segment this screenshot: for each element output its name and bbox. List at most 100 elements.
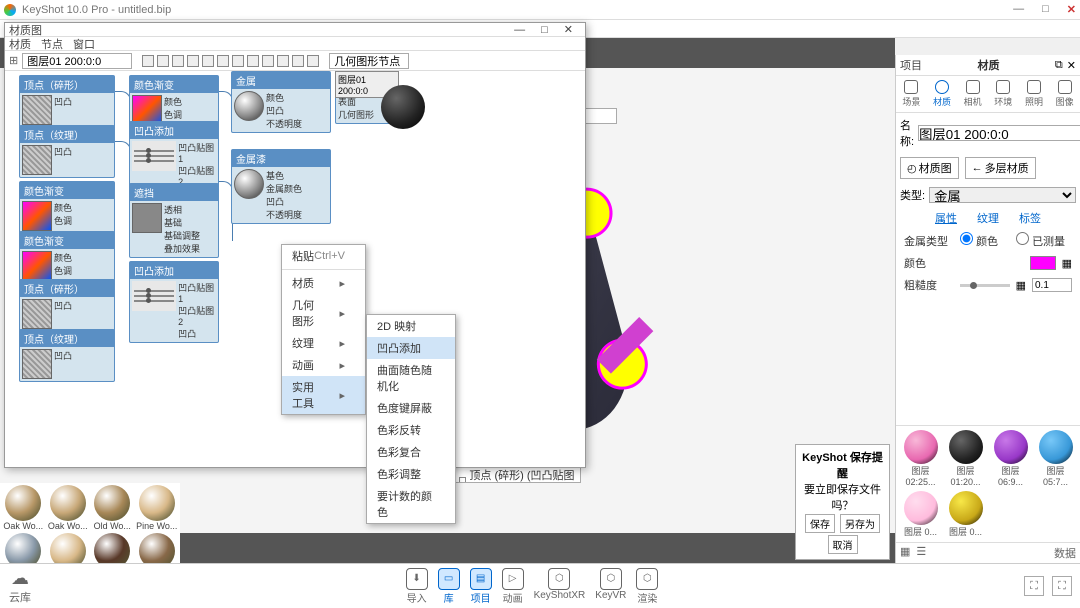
save-as-button[interactable]: 另存为 [840, 514, 880, 533]
save-button[interactable]: 保存 [805, 514, 835, 533]
mg-menu-win[interactable]: 窗口 [73, 36, 95, 52]
toolbar-导入[interactable]: ⬇导入 [406, 568, 428, 605]
rp-type-select[interactable]: 金属 [929, 187, 1076, 203]
ctx-utility[interactable]: 实用工具 [282, 376, 365, 414]
window-close-button[interactable]: ✕ [1067, 3, 1076, 16]
mg-layer-dropdown[interactable]: 图层01 200:0:0 [22, 53, 132, 69]
toolbar-KeyShotXR[interactable]: ⬡KeyShotXR [534, 568, 586, 605]
bottom-toolbar: ☁云库 ⬇导入 ▭库 ▤项目 ▷动画 ⬡KeyShotXR ⬡KeyVR ⬡渲染 ⛶ ⛶ [0, 563, 1080, 608]
mg-tool-icon[interactable] [292, 55, 304, 67]
save-title: KeyShot 保存提醒 [800, 449, 885, 481]
ctx-bump-add[interactable]: 凹凸添加 [367, 337, 455, 359]
rp-mtype-label: 金属类型 [904, 233, 954, 249]
ctx-geometry[interactable]: 几何图形 [282, 294, 365, 332]
screenshot-button[interactable]: ⛶ [1024, 576, 1044, 596]
mg-tool-icon[interactable] [277, 55, 289, 67]
app-title: KeyShot 10.0 Pro - untitled.bip [22, 4, 1013, 16]
node-vertex-texture-1[interactable]: 顶点（纹理） 凹凸 [19, 125, 115, 178]
mg-max-button[interactable]: □ [533, 24, 556, 36]
node-vertex-fractal-1[interactable]: 顶点（碎形） 凹凸 [19, 75, 115, 128]
ctx-color-to-number[interactable]: 要计数的颜色 [367, 485, 455, 523]
lib-material[interactable]: Oak Wo... [2, 485, 45, 531]
cancel-button[interactable]: 取消 [828, 535, 858, 554]
toolbar-KeyVR[interactable]: ⬡KeyVR [595, 568, 626, 605]
rp-subtab-tex[interactable]: 纹理 [977, 210, 999, 226]
toolbar-渲染[interactable]: ⬡渲染 [636, 568, 658, 605]
mg-tool-icon[interactable] [262, 55, 274, 67]
ctx-anim[interactable]: 动画 [282, 354, 365, 376]
mg-tool-icon[interactable] [247, 55, 259, 67]
material-swatch[interactable]: 图层 0... [900, 491, 941, 538]
node-bump-add-2[interactable]: 凹凸添加 凹凸贴图 1凹凸贴图 2凹凸 [129, 261, 219, 343]
node-occlusion[interactable]: 遮挡 透相基础基础调整叠加效果 [129, 183, 219, 258]
rp-tab-env[interactable]: 环境 [994, 80, 1012, 108]
save-message: 要立即保存文件吗？ [800, 481, 885, 513]
mg-geom-dropdown[interactable]: 几何图形节点 [329, 53, 409, 69]
material-swatch[interactable]: 图层 06:9... [990, 430, 1031, 487]
mg-tool-icon[interactable] [187, 55, 199, 67]
material-swatch[interactable]: 图层02:25... [900, 430, 941, 487]
ctx-texture[interactable]: 纹理 [282, 332, 365, 354]
rp-tab-camera[interactable]: 相机 [964, 80, 982, 108]
rp-subtab-attr[interactable]: 属性 [935, 210, 957, 226]
node-vertex-texture-2[interactable]: 顶点（纹理） 凹凸 [19, 329, 115, 382]
ctx-color-adjust[interactable]: 色彩调整 [367, 463, 455, 485]
ctx-color-invert[interactable]: 色彩反转 [367, 419, 455, 441]
node-metal-paint[interactable]: 金属漆 基色金属颜色凹凸不透明度 [231, 149, 331, 224]
rp-grid-icon[interactable]: ▦ [900, 545, 910, 561]
window-min-button[interactable]: — [1013, 3, 1024, 16]
mg-tool-icon[interactable] [157, 55, 169, 67]
rp-tab-image[interactable]: 图像 [1056, 80, 1074, 108]
ctx-surface-random[interactable]: 曲面随色随机化 [367, 359, 455, 397]
rp-tab-material[interactable]: 材质 [933, 80, 951, 108]
mg-min-button[interactable]: — [506, 24, 533, 36]
ctx-color-composite[interactable]: 色彩复合 [367, 441, 455, 463]
mg-tool-icon[interactable] [142, 55, 154, 67]
toolbar-库[interactable]: ▭库 [438, 568, 460, 605]
rp-matgraph-button[interactable]: ◴ 材质图 [900, 157, 959, 179]
lib-material[interactable]: Pine Wo... [136, 485, 179, 531]
rp-tab-light[interactable]: 照明 [1025, 80, 1043, 108]
mg-tool-icon[interactable] [217, 55, 229, 67]
node-color-gradient-1[interactable]: 颜色渐变 颜色色调 [19, 181, 115, 234]
rp-data-label[interactable]: 数据 [1054, 545, 1076, 561]
window-max-button[interactable]: □ [1042, 3, 1049, 16]
mg-menu-mat[interactable]: 材质 [9, 36, 31, 52]
ctx-material[interactable]: 材质 [282, 272, 365, 294]
material-swatch[interactable]: 图层 05:7... [1035, 430, 1076, 487]
rp-undock-icon[interactable]: ⧉ [1055, 59, 1063, 72]
rp-close-icon[interactable]: ✕ [1067, 59, 1076, 72]
node-metal[interactable]: 金属 颜色凹凸不透明度 [231, 71, 331, 133]
rp-tab-scene[interactable]: 场景 [902, 80, 920, 108]
toolbar-项目[interactable]: ▤项目 [470, 568, 492, 605]
lib-material[interactable]: Oak Wo... [47, 485, 90, 531]
rp-rough-slider[interactable] [960, 284, 1010, 287]
rp-rough-input[interactable] [1032, 278, 1072, 292]
material-swatch[interactable]: 图层01:20... [945, 430, 986, 487]
rp-color-swatch[interactable] [1030, 256, 1056, 270]
mg-tool-icon[interactable] [202, 55, 214, 67]
ctx-chroma-key[interactable]: 色度键屏蔽 [367, 397, 455, 419]
ctx-2d-map[interactable]: 2D 映射 [367, 315, 455, 337]
rp-radio-measured[interactable]: 已测量 [1016, 232, 1066, 249]
rp-multilayer-button[interactable]: ← 多层材质 [965, 157, 1036, 179]
mg-tool-icon[interactable] [232, 55, 244, 67]
ctx-paste[interactable]: 粘贴Ctrl+V [282, 245, 365, 267]
rp-subtab-label[interactable]: 标签 [1019, 210, 1041, 226]
lib-material[interactable]: Old Wo... [91, 485, 134, 531]
rp-list-icon[interactable]: ☰ [916, 545, 926, 561]
material-swatch[interactable]: 图层 0... [945, 491, 986, 538]
cloud-library-button[interactable]: ☁云库 [0, 568, 40, 605]
mg-tool-icon[interactable] [172, 55, 184, 67]
fullscreen-button[interactable]: ⛶ [1052, 576, 1072, 596]
context-menu-main: 粘贴Ctrl+V 材质 几何图形 纹理 动画 实用工具 [281, 244, 366, 415]
mg-tool-icon[interactable] [307, 55, 319, 67]
mg-close-button[interactable]: ✕ [556, 23, 581, 36]
node-color-gradient-2[interactable]: 颜色渐变 颜色色调 [19, 231, 115, 284]
mg-menu-node[interactable]: 节点 [41, 36, 63, 52]
rp-material-swatches: 图层02:25...图层01:20...图层 06:9...图层 05:7...… [896, 425, 1080, 542]
rp-name-input[interactable] [918, 125, 1080, 141]
rp-radio-color[interactable]: 颜色 [960, 232, 1010, 249]
node-vertex-fractal-2[interactable]: 顶点（碎形） 凹凸 [19, 279, 115, 332]
toolbar-动画[interactable]: ▷动画 [502, 568, 524, 605]
